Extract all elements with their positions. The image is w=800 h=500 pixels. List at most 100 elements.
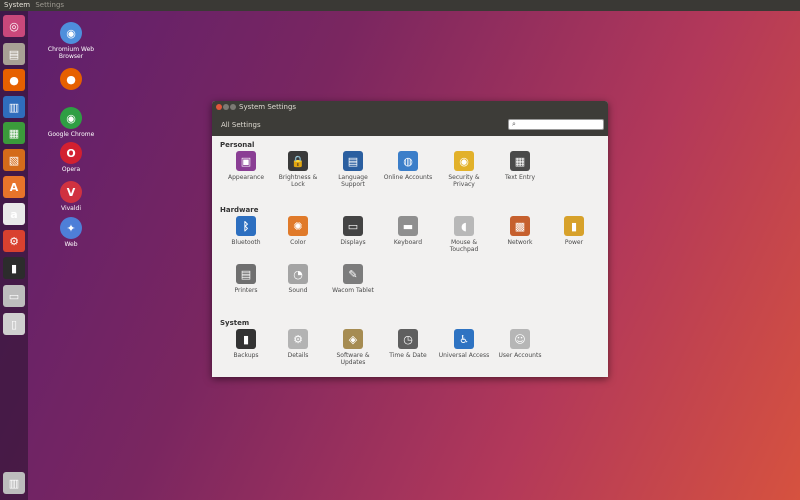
launcher-item[interactable]: ▭ [3,285,25,307]
settings-item-label: Appearance [227,174,265,181]
settings-item-label: Time & Date [389,352,427,359]
settings-item-sound[interactable]: ◔ Sound [272,264,324,294]
top-panel-app-name: System [4,1,31,9]
printers-icon: ▤ [236,264,256,284]
section-heading: Hardware [220,206,259,214]
settings-item-label: Brightness & Lock [278,174,318,188]
bluetooth-icon: ᛒ [236,216,256,236]
settings-item-backups[interactable]: ▮ Backups [220,329,272,359]
brightness-lock-icon: 🔒 [288,151,308,171]
amazon-icon: a [10,207,18,221]
all-settings-button[interactable]: All Settings [221,121,261,129]
launcher-item[interactable]: ▯ [3,313,25,335]
language-support-icon: ▤ [343,151,363,171]
settings-item-language-support[interactable]: ▤ Language Support [327,151,379,188]
settings-item-label: Power [564,239,584,246]
settings-item-keyboard[interactable]: ▬ Keyboard [382,216,434,246]
sound-icon: ◔ [288,264,308,284]
drive-icon: ▭ [8,289,20,303]
calc-icon: ▦ [8,126,20,140]
app-icon: V [60,181,82,203]
desktop-icon-label: Web [64,241,78,248]
settings-item-label: Text Entry [504,174,535,181]
settings-item-time-date[interactable]: ◷ Time & Date [382,329,434,359]
search-input[interactable] [521,121,601,129]
close-icon[interactable] [216,104,222,110]
settings-item-network[interactable]: ▩ Network [494,216,546,246]
settings-item-text-entry[interactable]: ▦ Text Entry [494,151,546,181]
time-date-icon: ◷ [398,329,418,349]
universal-access-icon: ♿ [454,329,474,349]
settings-item-displays[interactable]: ▭ Displays [327,216,379,246]
settings-item-label: Sound [288,287,308,294]
launcher-item[interactable]: ▧ [3,149,25,171]
launcher-item[interactable]: A [3,176,25,198]
settings-item-power[interactable]: ▮ Power [548,216,600,246]
minimize-icon[interactable] [223,104,229,110]
settings-item-label: Security & Privacy [448,174,480,188]
launcher-item[interactable]: ▥ [3,96,25,118]
window-titlebar[interactable]: System Settings [212,101,608,113]
settings-item-details[interactable]: ⚙ Details [272,329,324,359]
settings-item-mouse-touchpad[interactable]: ◖ Mouse & Touchpad [438,216,490,253]
settings-item-label: Printers [234,287,258,294]
settings-item-brightness-lock[interactable]: 🔒 Brightness & Lock [272,151,324,188]
settings-item-label: Color [290,239,306,246]
top-panel-subtitle: Settings [35,1,65,9]
settings-item-label: Backups [233,352,259,359]
desktop-icon-label: Google Chrome [47,131,95,138]
network-icon: ▩ [510,216,530,236]
user-accounts-icon: ☺ [510,329,530,349]
settings-item-label: User Accounts [498,352,542,359]
settings-item-color[interactable]: ✺ Color [272,216,324,246]
launcher-item[interactable]: ▮ [3,257,25,279]
desktop-icon[interactable]: ✦ Web [43,217,99,248]
desktop-icon[interactable]: ◉ Google Chrome [43,107,99,138]
settings-item-label: Network [507,239,533,246]
launcher-item[interactable]: ⚙ [3,230,25,252]
desktop-icon[interactable]: O Opera [43,142,99,173]
color-icon: ✺ [288,216,308,236]
displays-icon: ▭ [343,216,363,236]
app-icon: ◉ [60,107,82,129]
desktop-icon-label: Opera [61,166,81,173]
launcher-item[interactable]: a [3,203,25,225]
launcher-item[interactable]: ▤ [3,43,25,65]
settings-item-user-accounts[interactable]: ☺ User Accounts [494,329,546,359]
settings-item-security-privacy[interactable]: ◉ Security & Privacy [438,151,490,188]
settings-item-label: Bluetooth [231,239,261,246]
settings-item-bluetooth[interactable]: ᛒ Bluetooth [220,216,272,246]
impress-icon: ▧ [8,153,20,167]
desktop-icon[interactable]: ● [43,68,99,92]
settings-item-label: Displays [340,239,366,246]
desktop-icon[interactable]: ◉ Chromium Web Browser [43,22,99,60]
search-icon: ⌕ [512,120,516,128]
section-heading: Personal [220,141,255,149]
settings-item-label: Mouse & Touchpad [449,239,479,253]
settings-item-label: Language Support [338,174,368,188]
settings-item-wacom-tablet[interactable]: ✎ Wacom Tablet [327,264,379,294]
settings-item-printers[interactable]: ▤ Printers [220,264,272,294]
settings-item-label: Wacom Tablet [332,287,374,294]
settings-item-online-accounts[interactable]: ◍ Online Accounts [382,151,434,181]
wacom-tablet-icon: ✎ [343,264,363,284]
launcher-item[interactable]: ◎ [3,15,25,37]
app-icon: ◉ [60,22,82,44]
window-title: System Settings [239,103,297,111]
maximize-icon[interactable] [230,104,236,110]
writer-icon: ▥ [8,100,20,114]
settings-item-universal-access[interactable]: ♿ Universal Access [438,329,490,359]
launcher-item[interactable]: ▦ [3,122,25,144]
mouse-touchpad-icon: ◖ [454,216,474,236]
settings-item-label: Software & Updates [336,352,370,366]
usb-icon: ▯ [10,317,18,331]
settings-item-appearance[interactable]: ▣ Appearance [220,151,272,181]
search-box[interactable]: ⌕ [508,119,604,130]
desktop-icon[interactable]: V Vivaldi [43,181,99,212]
desktop-icon-label: Chromium Web Browser [47,46,95,60]
launcher: ◎ ▤ ● ▥ ▦ ▧ Aa ⚙ ▮ ▭ ▯ ▥ [0,11,28,500]
trash-icon: ▥ [8,476,20,490]
launcher-item[interactable]: ▥ [3,472,25,494]
launcher-item[interactable]: ● [3,69,25,91]
settings-item-software-updates[interactable]: ◈ Software & Updates [327,329,379,366]
